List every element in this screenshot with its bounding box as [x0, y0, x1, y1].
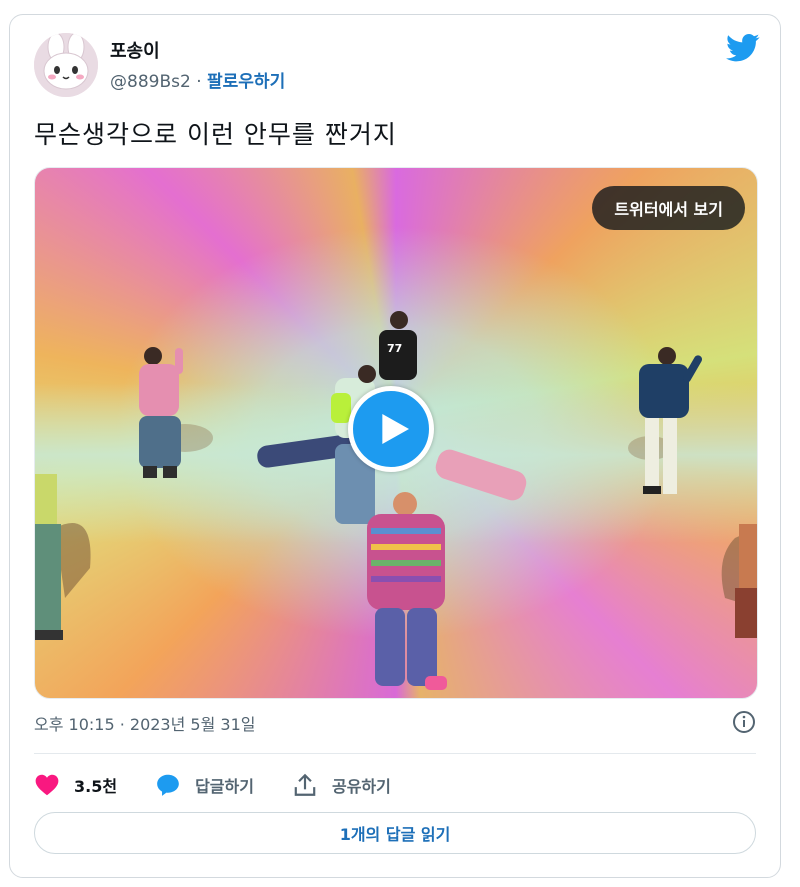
- dancer-far-left: [35, 474, 63, 640]
- handle-row: @889Bs2 · 팔로우하기: [110, 67, 285, 92]
- play-button[interactable]: [348, 386, 434, 472]
- avatar[interactable]: [34, 33, 98, 97]
- play-icon: [382, 414, 409, 444]
- like-button[interactable]: 3.5천: [34, 772, 117, 798]
- dancer-left: [139, 347, 183, 478]
- reply-bubble-icon: [157, 774, 179, 796]
- follow-link[interactable]: 팔로우하기: [207, 72, 285, 92]
- dancer-front: [367, 492, 447, 690]
- separator-dot: ·: [190, 72, 208, 92]
- share-label: 공유하기: [331, 777, 391, 796]
- watch-on-twitter-button[interactable]: 트위터에서 보기: [592, 186, 745, 230]
- tweet-text: 무슨생각으로 이런 안무를 짠거지: [34, 120, 397, 149]
- divider: [34, 753, 756, 754]
- info-icon[interactable]: [732, 710, 756, 734]
- dancer-back: 77: [379, 311, 417, 380]
- video-thumbnail[interactable]: 77 트위터에서 보기: [34, 167, 758, 699]
- tweet-timestamp[interactable]: 오후 10:15 · 2023년 5월 31일: [34, 711, 255, 735]
- display-name[interactable]: 포송이: [110, 37, 160, 63]
- twitter-bird-icon[interactable]: [726, 33, 760, 63]
- reply-label: 답글하기: [195, 777, 254, 796]
- user-handle[interactable]: @889Bs2: [110, 72, 191, 92]
- like-count: 3.5천: [74, 777, 118, 796]
- read-replies-button[interactable]: 1개의 답글 읽기: [34, 812, 756, 854]
- share-button[interactable]: 공유하기: [292, 772, 391, 798]
- jersey-number: 77: [387, 342, 402, 355]
- dancer-right: [639, 347, 702, 494]
- heart-icon: [35, 774, 59, 796]
- action-bar: 3.5천 답글하기 공유하기: [34, 767, 429, 803]
- tweet-card[interactable]: 포송이 @889Bs2 · 팔로우하기 무슨생각으로 이런 안무를 짠거지 77…: [9, 14, 781, 878]
- reply-button[interactable]: 답글하기: [155, 772, 254, 798]
- share-icon: [294, 773, 316, 796]
